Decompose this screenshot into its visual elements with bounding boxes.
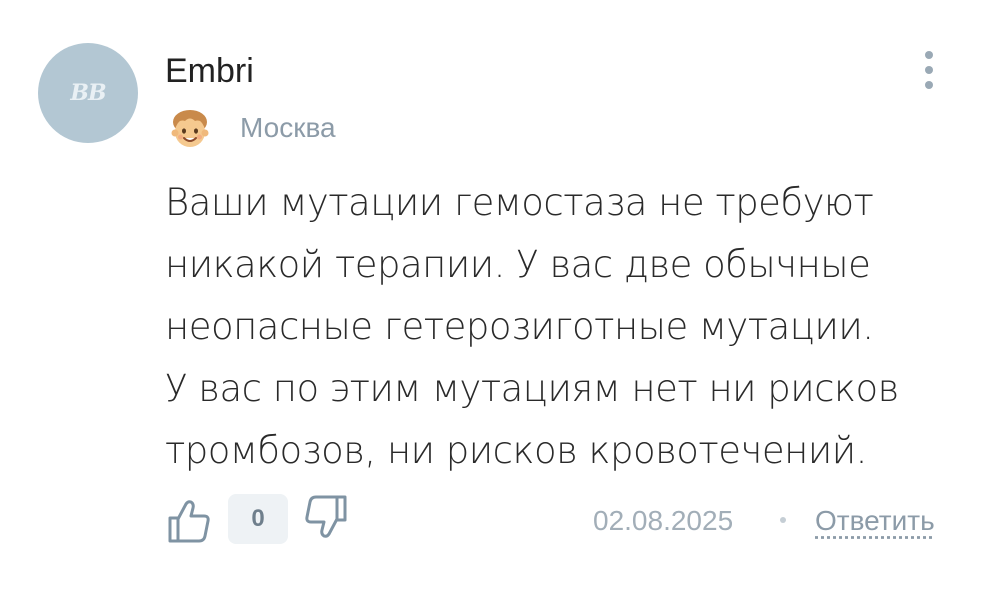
thumbs-up-icon: [168, 500, 210, 543]
avatar[interactable]: BB: [38, 43, 138, 143]
separator-dot: [780, 517, 786, 523]
smiling-face-icon: [168, 107, 212, 151]
vertical-dots-icon: [925, 51, 933, 89]
thumbs-down-icon: [305, 495, 347, 538]
comment-card: BB Embri Москва Ваши мутации гемостаза н…: [0, 0, 1000, 600]
author-name[interactable]: Embri: [165, 52, 254, 91]
dislike-button[interactable]: [303, 494, 349, 540]
reply-link[interactable]: Ответить: [815, 505, 935, 537]
comment-body: Ваши мутации гемостаза не требуют никако…: [165, 181, 899, 472]
more-options-button[interactable]: [914, 48, 944, 92]
avatar-initials: BB: [70, 80, 106, 106]
author-city: Москва: [240, 112, 336, 143]
rating-count: 0: [228, 494, 288, 544]
comment-date: 02.08.2025: [593, 505, 734, 536]
like-button[interactable]: [166, 498, 212, 544]
